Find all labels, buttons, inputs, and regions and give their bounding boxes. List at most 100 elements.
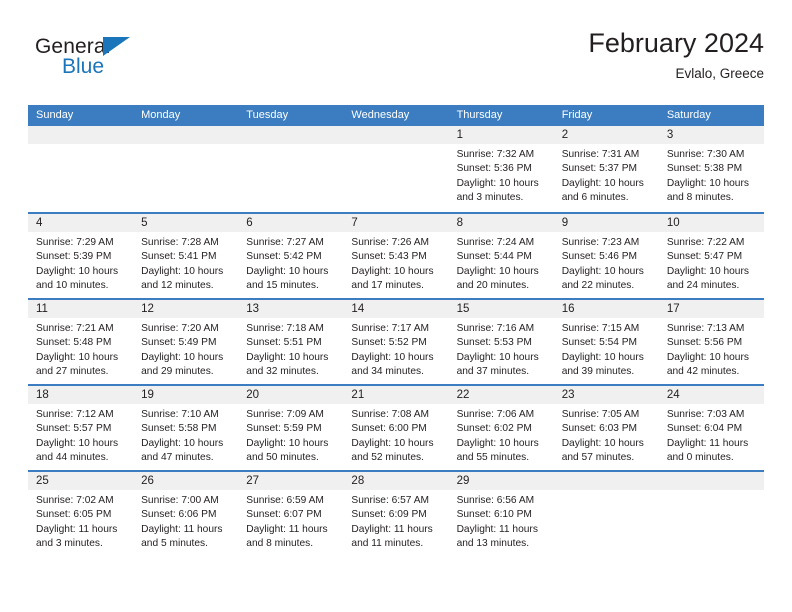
sunrise-text: Sunrise: 7:05 AM — [561, 409, 640, 420]
daylight-text-line1: Daylight: 10 hours — [141, 351, 224, 363]
day-number-strip — [28, 126, 134, 144]
title-block: February 2024 Evlalo, Greece — [588, 28, 764, 82]
sunset-text: Sunset: 5:52 PM — [351, 337, 427, 349]
day-cell[interactable]: 14 Sunrise: 7:17 AM Sunset: 5:52 PM Dayligh… — [343, 300, 449, 384]
daylight-text-line2: and 57 minutes. — [561, 452, 635, 464]
day-cell[interactable]: 27 Sunrise: 6:59 AM Sunset: 6:07 PM Dayligh… — [238, 472, 344, 556]
day-number-strip: 9 — [553, 214, 659, 232]
sunset-text: Sunset: 5:41 PM — [141, 251, 217, 263]
day-cell[interactable]: 17 Sunrise: 7:13 AM Sunset: 5:56 PM Dayligh… — [658, 300, 764, 384]
day-cell[interactable]: 23 Sunrise: 7:05 AM Sunset: 6:03 PM Dayligh… — [553, 386, 659, 470]
sunrise-text: Sunrise: 6:59 AM — [246, 495, 324, 506]
day-cell-body: Sunrise: 7:28 AM Sunset: 5:41 PM Daylight:… — [133, 232, 238, 294]
day-cell[interactable]: 22 Sunrise: 7:06 AM Sunset: 6:02 PM Dayligh… — [448, 386, 554, 470]
daylight-text-line1: Daylight: 11 hours — [351, 523, 433, 535]
day-number-strip: 8 — [448, 214, 554, 232]
day-cell-empty — [238, 126, 344, 212]
general-blue-logo[interactable]: General Blue — [35, 36, 235, 94]
day-number: 7 — [351, 217, 358, 229]
day-number: 28 — [351, 475, 365, 487]
sunset-text: Sunset: 5:53 PM — [456, 337, 532, 349]
day-cell[interactable]: 29 Sunrise: 6:56 AM Sunset: 6:10 PM Dayligh… — [448, 472, 554, 556]
weekday-header-friday: Friday — [561, 109, 593, 121]
daylight-text-line2: and 32 minutes. — [246, 366, 319, 378]
sunset-text: Sunset: 6:02 PM — [456, 423, 532, 435]
sunset-text: Sunset: 5:37 PM — [561, 163, 638, 175]
day-cell[interactable]: 18 Sunrise: 7:12 AM Sunset: 5:57 PM Dayligh… — [28, 386, 134, 470]
daylight-text-line2: and 3 minutes. — [36, 538, 103, 550]
day-cell[interactable]: 5 Sunrise: 7:28 AM Sunset: 5:41 PM Daylight… — [133, 214, 239, 298]
day-cell[interactable]: 4 Sunrise: 7:29 AM Sunset: 5:39 PM Daylight… — [28, 214, 134, 298]
daylight-text-line2: and 8 minutes. — [666, 192, 734, 204]
day-cell-body: Sunrise: 7:18 AM Sunset: 5:51 PM Daylight:… — [238, 318, 343, 380]
day-number: 24 — [666, 389, 680, 401]
day-cell[interactable]: 2 Sunrise: 7:31 AM Sunset: 5:37 PM Daylight… — [553, 126, 659, 212]
daylight-text-line2: and 42 minutes. — [666, 366, 740, 378]
page-subtitle-location: Evlalo, Greece — [675, 66, 764, 82]
daylight-text-line1: Daylight: 10 hours — [666, 351, 749, 363]
sunrise-text: Sunrise: 7:28 AM — [141, 237, 219, 248]
day-cell[interactable]: 26 Sunrise: 7:00 AM Sunset: 6:06 PM Dayligh… — [133, 472, 239, 556]
day-number-strip: 27 — [238, 472, 344, 490]
day-cell[interactable]: 21 Sunrise: 7:08 AM Sunset: 6:00 PM Dayligh… — [343, 386, 449, 470]
day-number-strip — [553, 472, 659, 490]
day-cell[interactable]: 12 Sunrise: 7:20 AM Sunset: 5:49 PM Dayligh… — [133, 300, 239, 384]
daylight-text-line1: Daylight: 10 hours — [561, 437, 644, 449]
day-number-strip: 26 — [133, 472, 239, 490]
day-number-strip: 20 — [238, 386, 344, 404]
daylight-text-line1: Daylight: 10 hours — [246, 351, 329, 363]
day-cell[interactable]: 28 Sunrise: 6:57 AM Sunset: 6:09 PM Dayligh… — [343, 472, 449, 556]
sunset-text: Sunset: 6:09 PM — [351, 509, 427, 521]
daylight-text-line2: and 5 minutes. — [141, 538, 208, 550]
daylight-text-line2: and 11 minutes. — [351, 538, 424, 550]
weekday-header-saturday: Saturday — [666, 109, 711, 121]
sunrise-text: Sunrise: 7:08 AM — [351, 409, 430, 420]
logo-triangle-icon — [103, 37, 130, 56]
day-cell-empty — [553, 472, 659, 556]
sunset-text: Sunset: 6:03 PM — [561, 423, 638, 435]
day-cell[interactable]: 9 Sunrise: 7:23 AM Sunset: 5:46 PM Daylight… — [553, 214, 659, 298]
day-cell-body: Sunrise: 7:26 AM Sunset: 5:43 PM Daylight:… — [343, 232, 448, 294]
day-cell[interactable]: 15 Sunrise: 7:16 AM Sunset: 5:53 PM Dayligh… — [448, 300, 554, 384]
weeks-container: 1 Sunrise: 7:32 AM Sunset: 5:36 PM Daylight… — [28, 126, 764, 556]
day-cell-body: Sunrise: 7:00 AM Sunset: 6:06 PM Daylight:… — [133, 490, 238, 552]
daylight-text-line1: Daylight: 10 hours — [561, 265, 644, 277]
day-cell[interactable]: 24 Sunrise: 7:03 AM Sunset: 6:04 PM Dayligh… — [658, 386, 764, 470]
daylight-text-line1: Daylight: 11 hours — [666, 437, 749, 449]
daylight-text-line2: and 20 minutes. — [456, 280, 530, 292]
day-number: 9 — [561, 217, 569, 229]
day-cell[interactable]: 8 Sunrise: 7:24 AM Sunset: 5:44 PM Daylight… — [448, 214, 554, 298]
sunset-text: Sunset: 5:44 PM — [456, 251, 532, 263]
sunrise-text: Sunrise: 7:06 AM — [456, 409, 535, 420]
day-cell[interactable]: 20 Sunrise: 7:09 AM Sunset: 5:59 PM Dayligh… — [238, 386, 344, 470]
day-cell[interactable]: 7 Sunrise: 7:26 AM Sunset: 5:43 PM Daylight… — [343, 214, 449, 298]
day-number: 19 — [141, 389, 154, 401]
day-number: 20 — [246, 389, 260, 401]
day-cell[interactable]: 11 Sunrise: 7:21 AM Sunset: 5:48 PM Dayligh… — [28, 300, 134, 384]
daylight-text-line1: Daylight: 10 hours — [561, 177, 644, 189]
day-number: 21 — [351, 389, 365, 401]
day-cell-body: Sunrise: 7:24 AM Sunset: 5:44 PM Daylight:… — [449, 232, 554, 294]
daylight-text-line2: and 44 minutes. — [36, 452, 109, 464]
day-cell[interactable]: 13 Sunrise: 7:18 AM Sunset: 5:51 PM Dayligh… — [238, 300, 344, 384]
day-number-strip: 24 — [658, 386, 764, 404]
day-number-strip: 19 — [133, 386, 239, 404]
day-number: 27 — [246, 475, 260, 487]
day-cell[interactable]: 10 Sunrise: 7:22 AM Sunset: 5:47 PM Dayligh… — [658, 214, 764, 298]
sunrise-text: Sunrise: 7:09 AM — [246, 409, 324, 420]
day-cell[interactable]: 19 Sunrise: 7:10 AM Sunset: 5:58 PM Dayligh… — [133, 386, 239, 470]
day-cell[interactable]: 1 Sunrise: 7:32 AM Sunset: 5:36 PM Daylight… — [448, 126, 554, 212]
sunrise-text: Sunrise: 7:13 AM — [666, 323, 745, 334]
day-number-strip: 29 — [448, 472, 554, 490]
sunrise-text: Sunrise: 7:15 AM — [561, 323, 640, 334]
daylight-text-line1: Daylight: 10 hours — [666, 265, 749, 277]
daylight-text-line1: Daylight: 10 hours — [561, 351, 644, 363]
day-cell[interactable]: 16 Sunrise: 7:15 AM Sunset: 5:54 PM Dayligh… — [553, 300, 659, 384]
day-number-strip: 28 — [343, 472, 449, 490]
day-number-strip — [238, 126, 344, 144]
sunrise-text: Sunrise: 7:30 AM — [666, 149, 745, 160]
day-cell[interactable]: 3 Sunrise: 7:30 AM Sunset: 5:38 PM Daylight… — [658, 126, 764, 212]
day-number-strip: 11 — [28, 300, 134, 318]
day-cell[interactable]: 25 Sunrise: 7:02 AM Sunset: 6:05 PM Dayligh… — [28, 472, 134, 556]
day-cell[interactable]: 6 Sunrise: 7:27 AM Sunset: 5:42 PM Daylight… — [238, 214, 344, 298]
